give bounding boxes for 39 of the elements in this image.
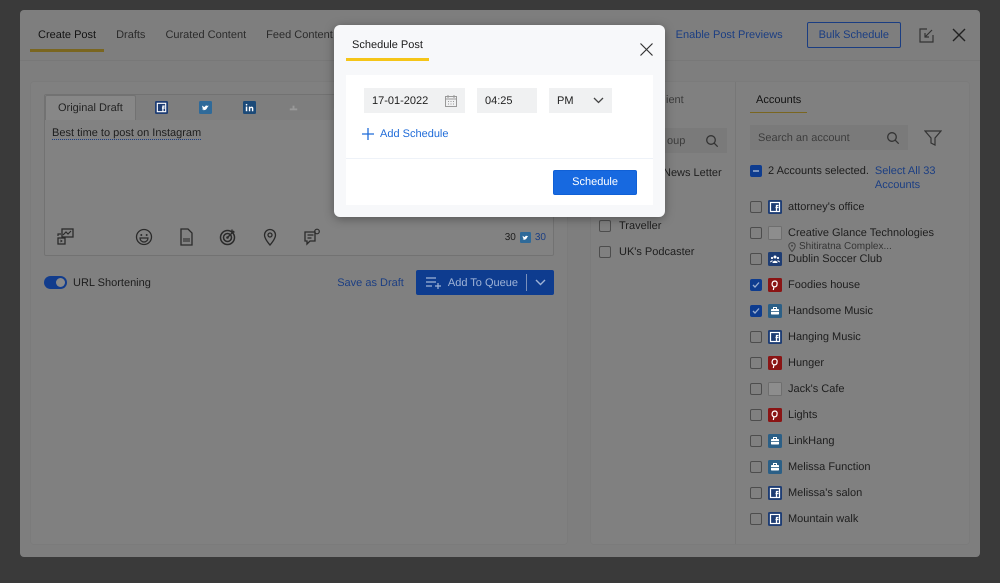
account-name: Hunger bbox=[788, 356, 824, 370]
save-draft-link[interactable]: Save as Draft bbox=[337, 276, 404, 288]
account-location: Shitiratna Complex... bbox=[799, 241, 892, 252]
date-field[interactable]: 17-01-2022 bbox=[364, 88, 465, 113]
account-name: Handsome Music bbox=[788, 304, 873, 318]
accounts-tab[interactable]: Accounts bbox=[750, 94, 808, 113]
character-count: 30 bbox=[534, 232, 546, 242]
nav-tab[interactable]: Feed Content bbox=[258, 18, 341, 52]
account-name: Creative Glance Technologies bbox=[788, 226, 934, 240]
group-name: UK's Podcaster bbox=[619, 246, 694, 258]
nav-tab[interactable]: Curated Content bbox=[157, 18, 254, 52]
time-field[interactable]: 04:25 bbox=[477, 88, 537, 113]
dialog-tab[interactable]: Schedule Post bbox=[346, 39, 429, 61]
post-text: Best time to post on Instagram bbox=[52, 127, 202, 140]
schedule-button[interactable]: Schedule bbox=[553, 170, 637, 194]
nav-tab[interactable]: Drafts bbox=[108, 18, 154, 52]
account-name: LinkHang bbox=[788, 434, 834, 448]
account-name: Foodies house bbox=[788, 278, 860, 292]
character-count: 30 bbox=[504, 232, 516, 242]
account-name: Melissa Function bbox=[788, 460, 871, 474]
selection-summary: 2 Accounts selected. bbox=[768, 164, 869, 179]
nav-tab[interactable]: Create Post bbox=[30, 18, 104, 52]
search-field[interactable]: Search an account bbox=[750, 125, 908, 150]
account-name: Mountain walk bbox=[788, 512, 858, 526]
enable-previews-link[interactable]: Enable Post Previews bbox=[676, 29, 783, 41]
toggle-label: URL Shortening bbox=[73, 276, 151, 288]
groups-tab[interactable]: ient bbox=[666, 94, 684, 106]
group-name: Traveller bbox=[619, 220, 662, 232]
account-name: Dublin Soccer Club bbox=[788, 252, 882, 266]
account-name: Lights bbox=[788, 408, 818, 422]
account-name: attorney's office bbox=[788, 200, 864, 214]
select-all-link[interactable]: Select All 33 Accounts bbox=[874, 164, 943, 192]
add-schedule-link[interactable]: Add Schedule bbox=[362, 128, 448, 140]
account-name: Hanging Music bbox=[788, 330, 861, 344]
editor-tab[interactable]: Original Draft bbox=[45, 95, 136, 120]
account-name: Jack's Cafe bbox=[788, 382, 845, 396]
account-name: Melissa's salon bbox=[788, 486, 862, 500]
period-select[interactable]: PM bbox=[549, 88, 612, 113]
bulk-schedule-button[interactable]: Bulk Schedule bbox=[806, 22, 901, 48]
